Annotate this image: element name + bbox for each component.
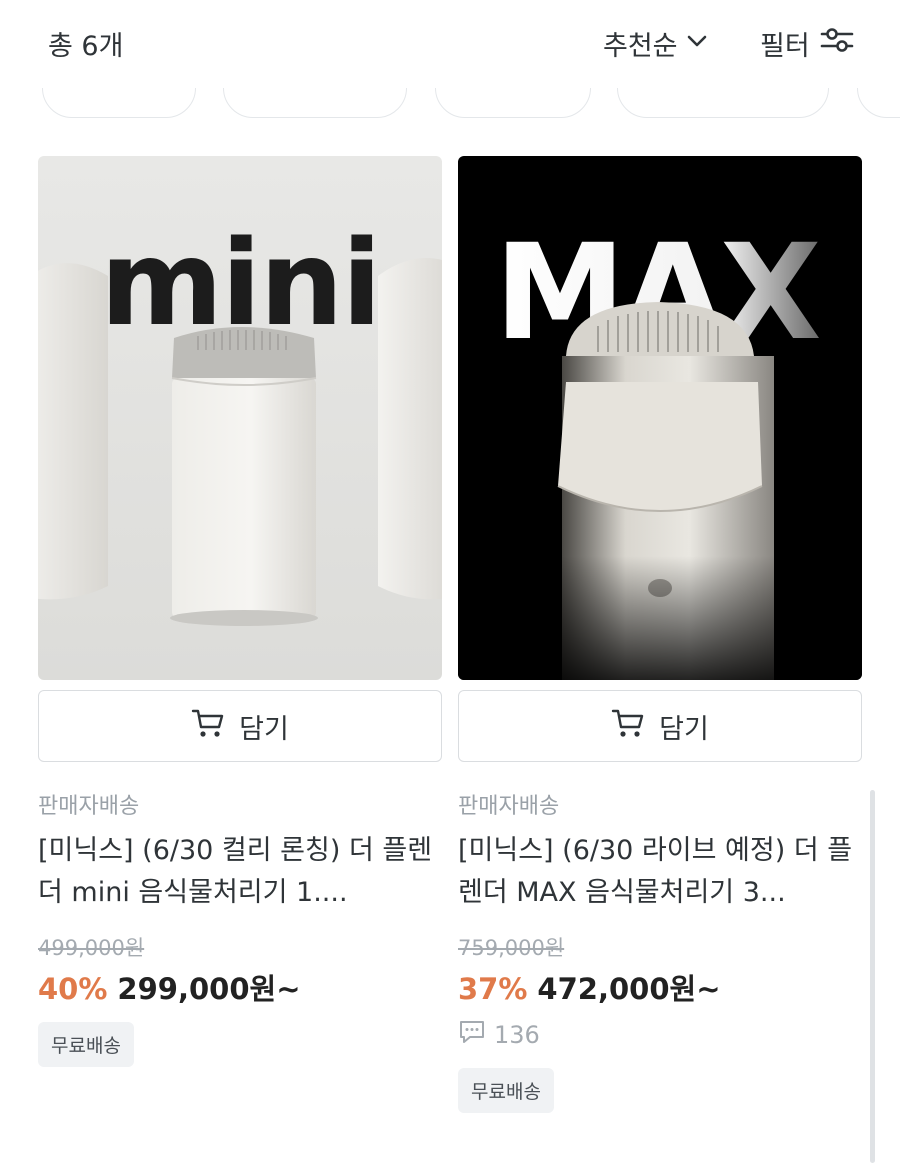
category-chip[interactable] <box>435 88 591 118</box>
sort-label: 추천순 <box>603 31 678 62</box>
category-chip[interactable] <box>617 88 829 118</box>
product-title[interactable]: [미닉스] (6/30 컬리 론칭) 더 플렌더 mini 음식물처리기 1..… <box>38 830 442 914</box>
category-chip[interactable] <box>223 88 407 118</box>
free-shipping-badge: 무료배송 <box>38 1022 134 1067</box>
category-chip[interactable] <box>857 88 900 118</box>
category-chip-row <box>0 88 900 122</box>
sale-price: 472,000원~ <box>537 972 721 1006</box>
cart-icon <box>611 707 645 746</box>
sliders-icon <box>820 26 854 61</box>
cart-icon <box>191 707 225 746</box>
add-to-cart-label: 담기 <box>239 713 289 745</box>
add-to-cart-button[interactable]: 담기 <box>458 690 862 762</box>
original-price: 759,000원 <box>458 936 565 960</box>
price-row: 40% 299,000원~ <box>38 966 442 1006</box>
discount-rate: 37% <box>458 972 528 1006</box>
add-to-cart-button[interactable]: 담기 <box>38 690 442 762</box>
add-to-cart-label: 담기 <box>659 713 709 745</box>
free-shipping-badge: 무료배송 <box>458 1068 554 1113</box>
speech-bubble-icon <box>458 1019 486 1051</box>
filter-button[interactable]: 필터 <box>760 24 854 63</box>
product-image[interactable]: mini <box>38 156 442 680</box>
discount-rate: 40% <box>38 972 108 1006</box>
total-count: 총 6개 <box>48 31 124 62</box>
shipping-type: 판매자배송 <box>458 794 560 819</box>
shipping-type: 판매자배송 <box>38 794 140 819</box>
sale-price: 299,000원~ <box>117 972 301 1006</box>
list-header: 총 6개 추천순 필터 <box>0 0 900 88</box>
original-price: 499,000원 <box>38 936 145 960</box>
category-chip[interactable] <box>42 88 196 118</box>
sort-dropdown[interactable]: 추천순 <box>603 24 708 63</box>
scrollbar[interactable] <box>870 790 875 1163</box>
chevron-down-icon <box>686 28 708 59</box>
review-count-row: 136 <box>458 1018 862 1052</box>
price-row: 37% 472,000원~ <box>458 966 862 1006</box>
review-count: 136 <box>494 1021 540 1049</box>
product-image[interactable]: MAX <box>458 156 862 680</box>
filter-label: 필터 <box>760 31 810 62</box>
product-card[interactable]: mini 담기 판매자배송 [미닉스] (6/30 컬리 론칭) 더 플렌더 m <box>38 156 442 1067</box>
product-card[interactable]: MAX 담기 판매자배송 [미닉스] (6/30 라이브 예정) 더 플렌더 M… <box>458 156 862 1113</box>
product-title[interactable]: [미닉스] (6/30 라이브 예정) 더 플렌더 MAX 음식물처리기 3..… <box>458 830 862 914</box>
